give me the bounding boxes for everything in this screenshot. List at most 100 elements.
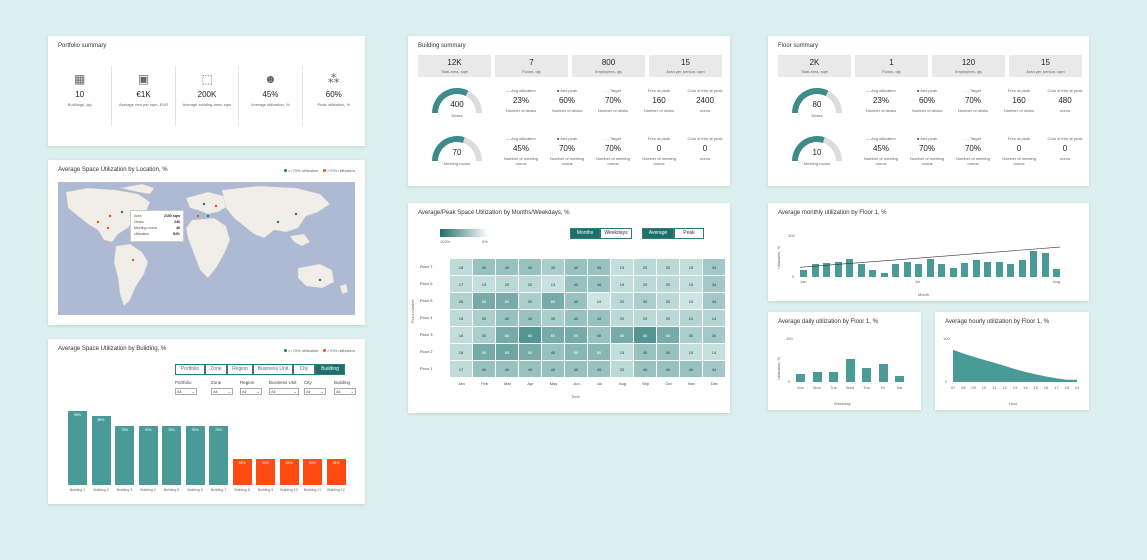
filter-value: All xyxy=(213,389,218,394)
metric-value: 23% xyxy=(512,96,529,105)
hourly-utilization-card: Average hourly utilization by Floor 1, %… xyxy=(935,312,1089,410)
heatmap-cell: 40 xyxy=(588,259,611,276)
filter-select[interactable]: All ⌄ xyxy=(240,388,262,395)
chart-bar xyxy=(878,363,888,382)
toggle-average[interactable]: Average xyxy=(642,228,674,239)
x-tick-label: Fri xyxy=(880,385,886,390)
level-tab[interactable]: City xyxy=(293,364,315,375)
chart-bar: 76% xyxy=(209,425,228,485)
heatmap-cell: 20 xyxy=(634,259,657,276)
y-axis-label: Utilization, % xyxy=(776,356,781,380)
heatmap-cell: 40 xyxy=(519,310,542,327)
filter-select[interactable]: All ⌄ xyxy=(211,388,233,395)
kpi-value: 15 xyxy=(681,58,690,67)
heatmap-cell: 30 xyxy=(542,259,565,276)
filter-value: All xyxy=(336,389,341,394)
data-label: 76% xyxy=(120,427,128,432)
level-tab[interactable]: Business Unit xyxy=(253,364,293,375)
legend-dot xyxy=(322,349,326,352)
level-tab[interactable]: Portfolio xyxy=(175,364,205,375)
kpi-label: Area per person, sqm xyxy=(666,69,705,74)
heatmap-cell: 26 xyxy=(450,293,473,310)
world-map[interactable]: Area 2150 sqm Desks 240 Meeting rooms 46 Utili… xyxy=(58,182,355,315)
metric-label: euros xyxy=(699,156,710,161)
metric-value: 70% xyxy=(964,96,981,105)
legend-label: <=70% utilization xyxy=(287,168,319,173)
x-tick-label: 07 xyxy=(950,385,956,390)
metric-value: 480 xyxy=(1058,96,1072,105)
filter-label: Region xyxy=(240,380,255,385)
kpi-value: 1 xyxy=(889,58,894,67)
metric-value: 23% xyxy=(872,96,889,105)
heatmap-cell: 30 xyxy=(473,327,496,344)
toggle-weekdays[interactable]: Weekdays xyxy=(600,228,632,239)
metric-label: euros xyxy=(699,108,710,113)
heatmap-cell: 30 xyxy=(680,327,703,344)
metric-value: 0 xyxy=(1016,144,1022,153)
kpi-label: Area per person, sqm xyxy=(1026,69,1065,74)
x-tick-label: 18 xyxy=(1064,385,1069,390)
toggle-peak[interactable]: Peak xyxy=(674,228,704,239)
chevron-down-icon: ⌄ xyxy=(350,389,354,394)
kpi-tile: 800 Employees, qty xyxy=(572,55,645,77)
daily-utilization-card: Average daily utilization by Floor 1, % … xyxy=(768,312,921,410)
card-title: Building summary xyxy=(418,43,466,49)
filter-value: All xyxy=(242,389,247,394)
y-tick-label: Floor 5 xyxy=(420,298,433,303)
heatmap-cell: 40 xyxy=(542,344,565,361)
x-tick-label: 14 xyxy=(1023,385,1028,390)
heatmap-cell: 40 xyxy=(588,327,611,344)
x-axis-label: Weekday xyxy=(834,401,851,406)
chart-bar: 33% xyxy=(232,459,252,485)
filter-label: Zone xyxy=(211,380,222,385)
x-tick-label: Dec xyxy=(710,381,719,386)
filter-select[interactable]: All ⌄ xyxy=(175,388,197,395)
x-tick-label: 08 xyxy=(961,385,966,390)
building-summary-card: Building summary 12K Total area, sqm 7 Floo… xyxy=(408,36,730,186)
x-tick-label: Building 12 xyxy=(327,488,345,492)
building-bar-chart: 95% Building 1 88% Building 2 76% Building 37… xyxy=(68,407,358,497)
x-tick-label: Wed xyxy=(845,385,855,390)
metric-label: Number of desks xyxy=(1003,108,1035,113)
kpi-label: Average utilization, % xyxy=(251,102,290,107)
kpi-label: Total area, sqm xyxy=(440,69,469,74)
level-tab[interactable]: Region xyxy=(227,364,253,375)
heatmap-cell: 40 xyxy=(588,276,611,293)
heatmap-cell: 40 xyxy=(565,259,588,276)
metric-value: 0 xyxy=(702,144,708,153)
level-tab[interactable]: Zone xyxy=(205,364,227,375)
y-axis-label: Utilization, % xyxy=(776,245,781,269)
filter-select[interactable]: All ⌄ xyxy=(334,388,356,395)
y-tick-label: Floor 7 xyxy=(420,264,433,269)
heatmap-cell: 34 xyxy=(703,361,726,378)
legend-label: >70% utilization xyxy=(326,348,355,353)
heatmap-cell: 40 xyxy=(565,310,588,327)
heatmap-cell: 60 xyxy=(519,344,542,361)
level-tab[interactable]: Building xyxy=(315,364,345,375)
heatmap-cell: 20 xyxy=(519,276,542,293)
metric-value: 0 xyxy=(1062,144,1068,153)
tooltip-row: Meeting rooms 46 xyxy=(134,226,180,230)
chart-bar: 33% xyxy=(303,459,322,485)
y-tick-label: Floor 6 xyxy=(420,281,433,286)
filter-select[interactable]: All ⌄ xyxy=(269,388,299,395)
data-label: 88% xyxy=(97,418,105,423)
heatmap-cell: 34 xyxy=(703,276,726,293)
heatmap-cell: 20 xyxy=(634,310,657,327)
filter-value: All xyxy=(306,389,311,394)
heatmap-cell: 40 xyxy=(588,310,611,327)
filter-select[interactable]: All ⌄ xyxy=(304,388,326,395)
kpi-label: Total area, sqm xyxy=(800,69,829,74)
people-icon: ☻ xyxy=(264,72,277,86)
toggle-months[interactable]: Months xyxy=(570,228,600,239)
tooltip-key: Desks xyxy=(134,220,144,224)
trend-line xyxy=(799,246,1061,268)
card-title: Average hourly utilization by Floor 1, % xyxy=(945,319,1049,325)
metric-label: euros xyxy=(1059,156,1070,161)
heatmap-cell: 40 xyxy=(657,344,680,361)
kpi-tile: 7 Floors, qty xyxy=(495,55,568,77)
legend-dot xyxy=(283,169,287,172)
kpi-label: Floors, qty xyxy=(522,69,541,74)
heatmap-cell: 40 xyxy=(473,361,496,378)
portfolio-kpi: ⬚ 200K Average building area, sqm xyxy=(174,66,238,126)
